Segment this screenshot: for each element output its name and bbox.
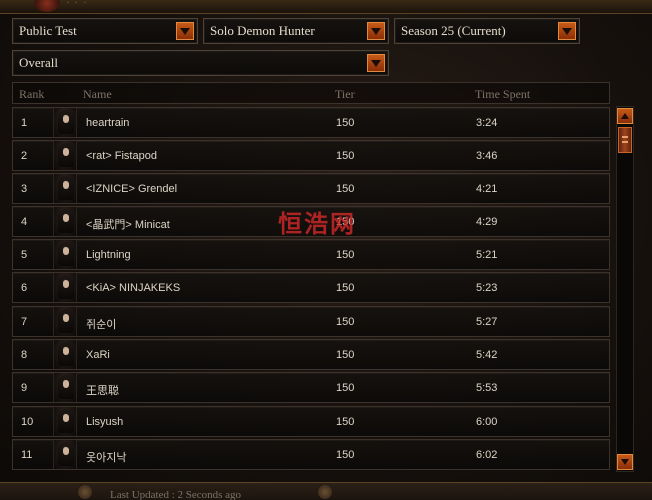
chevron-down-icon[interactable]	[367, 54, 385, 72]
rank-cell: 7	[21, 316, 28, 328]
site-watermark: 恒浩网	[278, 210, 356, 238]
table-row[interactable]: 2 <rat> Fistapod 150 3:46	[12, 140, 610, 171]
table-row[interactable]: 11 옷아지낙 150 6:02	[12, 439, 610, 470]
decorative-knob-icon	[318, 485, 332, 499]
season-dropdown[interactable]: Season 25 (Current)	[394, 18, 580, 44]
category-dropdown[interactable]: Solo Demon Hunter	[203, 18, 389, 44]
rank-cell: 4	[21, 216, 28, 228]
rank-cell: 10	[21, 416, 34, 428]
rank-cell: 11	[21, 449, 33, 461]
player-name-cell[interactable]: <IZNICE> Grendel	[86, 183, 177, 195]
tier-cell: 150	[336, 150, 355, 162]
time-cell: 4:21	[476, 183, 498, 195]
player-name-cell[interactable]: 쥐순이	[86, 316, 116, 332]
time-cell: 5:42	[476, 349, 498, 361]
tier-cell: 150	[336, 249, 355, 261]
decorative-knob-icon	[78, 485, 92, 499]
tier-cell: 150	[336, 282, 355, 294]
player-name-cell[interactable]: heartrain	[86, 117, 129, 129]
name-column-header[interactable]: Name	[83, 87, 112, 102]
player-name-cell[interactable]: <KiA> NINJAKEKS	[86, 282, 180, 294]
leaderboard-table: Rank Name Tier Time Spent 1 heartrain 15…	[12, 82, 610, 474]
game-emblem-icon	[34, 0, 60, 12]
rank-column-header[interactable]: Rank	[19, 87, 44, 102]
table-header: Rank Name Tier Time Spent	[12, 82, 610, 104]
table-row[interactable]: 6 <KiA> NINJAKEKS 150 5:23	[12, 272, 610, 303]
player-name-cell[interactable]: 王思聪	[86, 382, 119, 398]
avatar	[53, 141, 77, 170]
table-row[interactable]: 5 Lightning 150 5:21	[12, 239, 610, 270]
rank-cell: 9	[21, 382, 28, 394]
table-row[interactable]: 7 쥐순이 150 5:27	[12, 306, 610, 337]
header-title-fragment: · · ·	[66, 0, 88, 9]
player-name-cell[interactable]: 옷아지낙	[86, 449, 126, 465]
time-cell: 5:23	[476, 282, 498, 294]
player-name-cell[interactable]: Lisyush	[86, 416, 123, 428]
avatar	[53, 273, 77, 302]
region-dropdown-value: Public Test	[19, 23, 77, 38]
tier-cell: 150	[336, 183, 355, 195]
avatar	[53, 307, 77, 336]
tier-cell: 150	[336, 382, 355, 394]
season-dropdown-value: Season 25 (Current)	[401, 23, 506, 38]
rank-cell: 3	[21, 183, 28, 195]
rank-cell: 2	[21, 150, 28, 162]
tier-cell: 150	[336, 449, 355, 461]
category-dropdown-value: Solo Demon Hunter	[210, 23, 315, 38]
tier-cell: 150	[336, 349, 355, 361]
tier-cell: 150	[336, 117, 355, 129]
rank-cell: 5	[21, 249, 28, 261]
time-column-header[interactable]: Time Spent	[475, 87, 530, 102]
time-cell: 5:21	[476, 249, 498, 261]
table-row[interactable]: 1 heartrain 150 3:24	[12, 107, 610, 138]
chevron-down-icon[interactable]	[176, 22, 194, 40]
scroll-thumb[interactable]	[618, 127, 632, 153]
chevron-down-icon[interactable]	[367, 22, 385, 40]
time-cell: 4:29	[476, 216, 498, 228]
table-row[interactable]: 8 XaRi 150 5:42	[12, 339, 610, 370]
top-header-bar: · · ·	[0, 0, 652, 14]
avatar	[53, 407, 77, 436]
rank-cell: 1	[21, 117, 28, 129]
table-scrollbar[interactable]	[616, 106, 634, 472]
time-cell: 6:00	[476, 416, 498, 428]
table-row[interactable]: 9 王思聪 150 5:53	[12, 372, 610, 403]
player-name-cell[interactable]: XaRi	[86, 349, 110, 361]
region-dropdown[interactable]: Public Test	[12, 18, 198, 44]
table-row[interactable]: 3 <IZNICE> Grendel 150 4:21	[12, 173, 610, 204]
footer-bar: Last Updated : 2 Seconds ago	[0, 482, 652, 500]
time-cell: 3:46	[476, 150, 498, 162]
chevron-down-icon[interactable]	[558, 22, 576, 40]
player-name-cell[interactable]: <晶武門> Minicat	[86, 216, 170, 232]
avatar	[53, 207, 77, 236]
table-row[interactable]: 10 Lisyush 150 6:00	[12, 406, 610, 437]
time-cell: 3:24	[476, 117, 498, 129]
avatar	[53, 440, 77, 469]
time-cell: 6:02	[476, 449, 498, 461]
time-cell: 5:53	[476, 382, 498, 394]
time-cell: 5:27	[476, 316, 498, 328]
avatar	[53, 108, 77, 137]
scroll-up-icon[interactable]	[617, 108, 633, 124]
tier-column-header[interactable]: Tier	[335, 87, 355, 102]
tier-cell: 150	[336, 316, 355, 328]
player-name-cell[interactable]: Lightning	[86, 249, 131, 261]
rank-cell: 8	[21, 349, 28, 361]
scope-dropdown[interactable]: Overall	[12, 50, 389, 76]
player-name-cell[interactable]: <rat> Fistapod	[86, 150, 157, 162]
tier-cell: 150	[336, 416, 355, 428]
last-updated-text: Last Updated : 2 Seconds ago	[110, 489, 242, 500]
avatar	[53, 240, 77, 269]
avatar	[53, 174, 77, 203]
avatar	[53, 340, 77, 369]
scroll-down-icon[interactable]	[617, 454, 633, 470]
rank-cell: 6	[21, 282, 28, 294]
scope-dropdown-value: Overall	[19, 55, 58, 70]
avatar	[53, 373, 77, 402]
